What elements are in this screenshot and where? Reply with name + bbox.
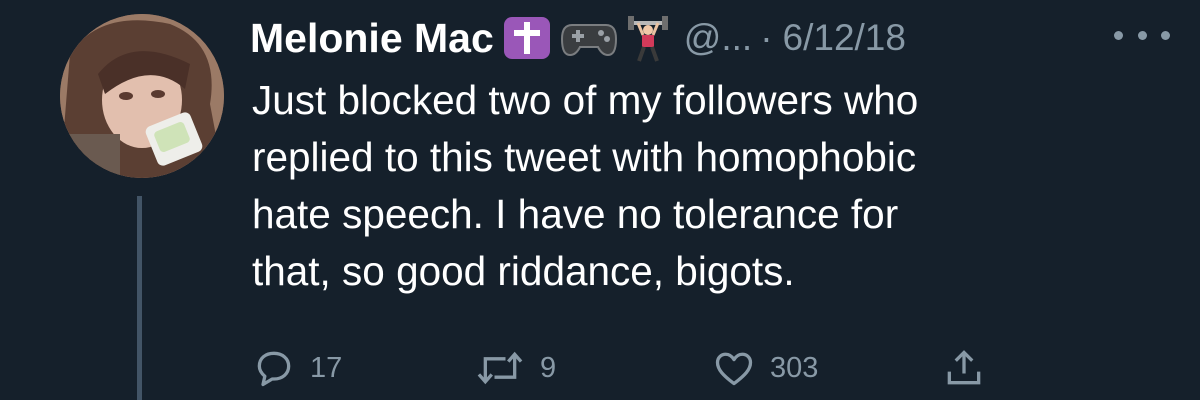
like-button[interactable]: 303 bbox=[712, 344, 818, 392]
tweet-actions: 17 9 303 bbox=[252, 344, 992, 392]
video-game-controller-icon bbox=[560, 15, 618, 61]
share-icon bbox=[947, 350, 981, 385]
tweet-card: Melonie Mac @... · 6/12/18 Just blocked … bbox=[0, 0, 1200, 400]
like-count: 303 bbox=[770, 351, 819, 384]
author-name[interactable]: Melonie Mac bbox=[250, 15, 494, 62]
tweet-text-line: Just blocked two of my followers who bbox=[252, 77, 919, 123]
reply-count: 17 bbox=[310, 351, 343, 384]
more-options-icon[interactable] bbox=[1114, 20, 1170, 50]
avatar-photo bbox=[60, 14, 224, 178]
retweet-count: 9 bbox=[540, 351, 557, 384]
thread-line bbox=[137, 196, 142, 400]
avatar[interactable] bbox=[60, 14, 224, 178]
share-button[interactable] bbox=[942, 344, 986, 392]
header-separator: · bbox=[760, 17, 773, 58]
tweet-text-line: that, so good riddance, bigots. bbox=[252, 248, 795, 294]
tweet-text-line: hate speech. I have no tolerance for bbox=[252, 191, 899, 237]
author-handle[interactable]: @... bbox=[684, 17, 752, 59]
retweet-button[interactable]: 9 bbox=[474, 344, 556, 392]
reply-icon bbox=[257, 351, 291, 387]
weight-lifter-icon bbox=[626, 13, 670, 63]
tweet-date[interactable]: 6/12/18 bbox=[783, 17, 906, 59]
latin-cross-icon bbox=[502, 15, 552, 61]
tweet-text-line: replied to this tweet with homophobic bbox=[252, 134, 917, 180]
tweet-text: Just blocked two of my followers who rep… bbox=[252, 72, 1152, 300]
reply-button[interactable]: 17 bbox=[252, 344, 342, 392]
retweet-icon bbox=[477, 351, 523, 385]
heart-icon bbox=[715, 352, 753, 386]
tweet-header: Melonie Mac @... · 6/12/18 bbox=[250, 10, 1130, 66]
